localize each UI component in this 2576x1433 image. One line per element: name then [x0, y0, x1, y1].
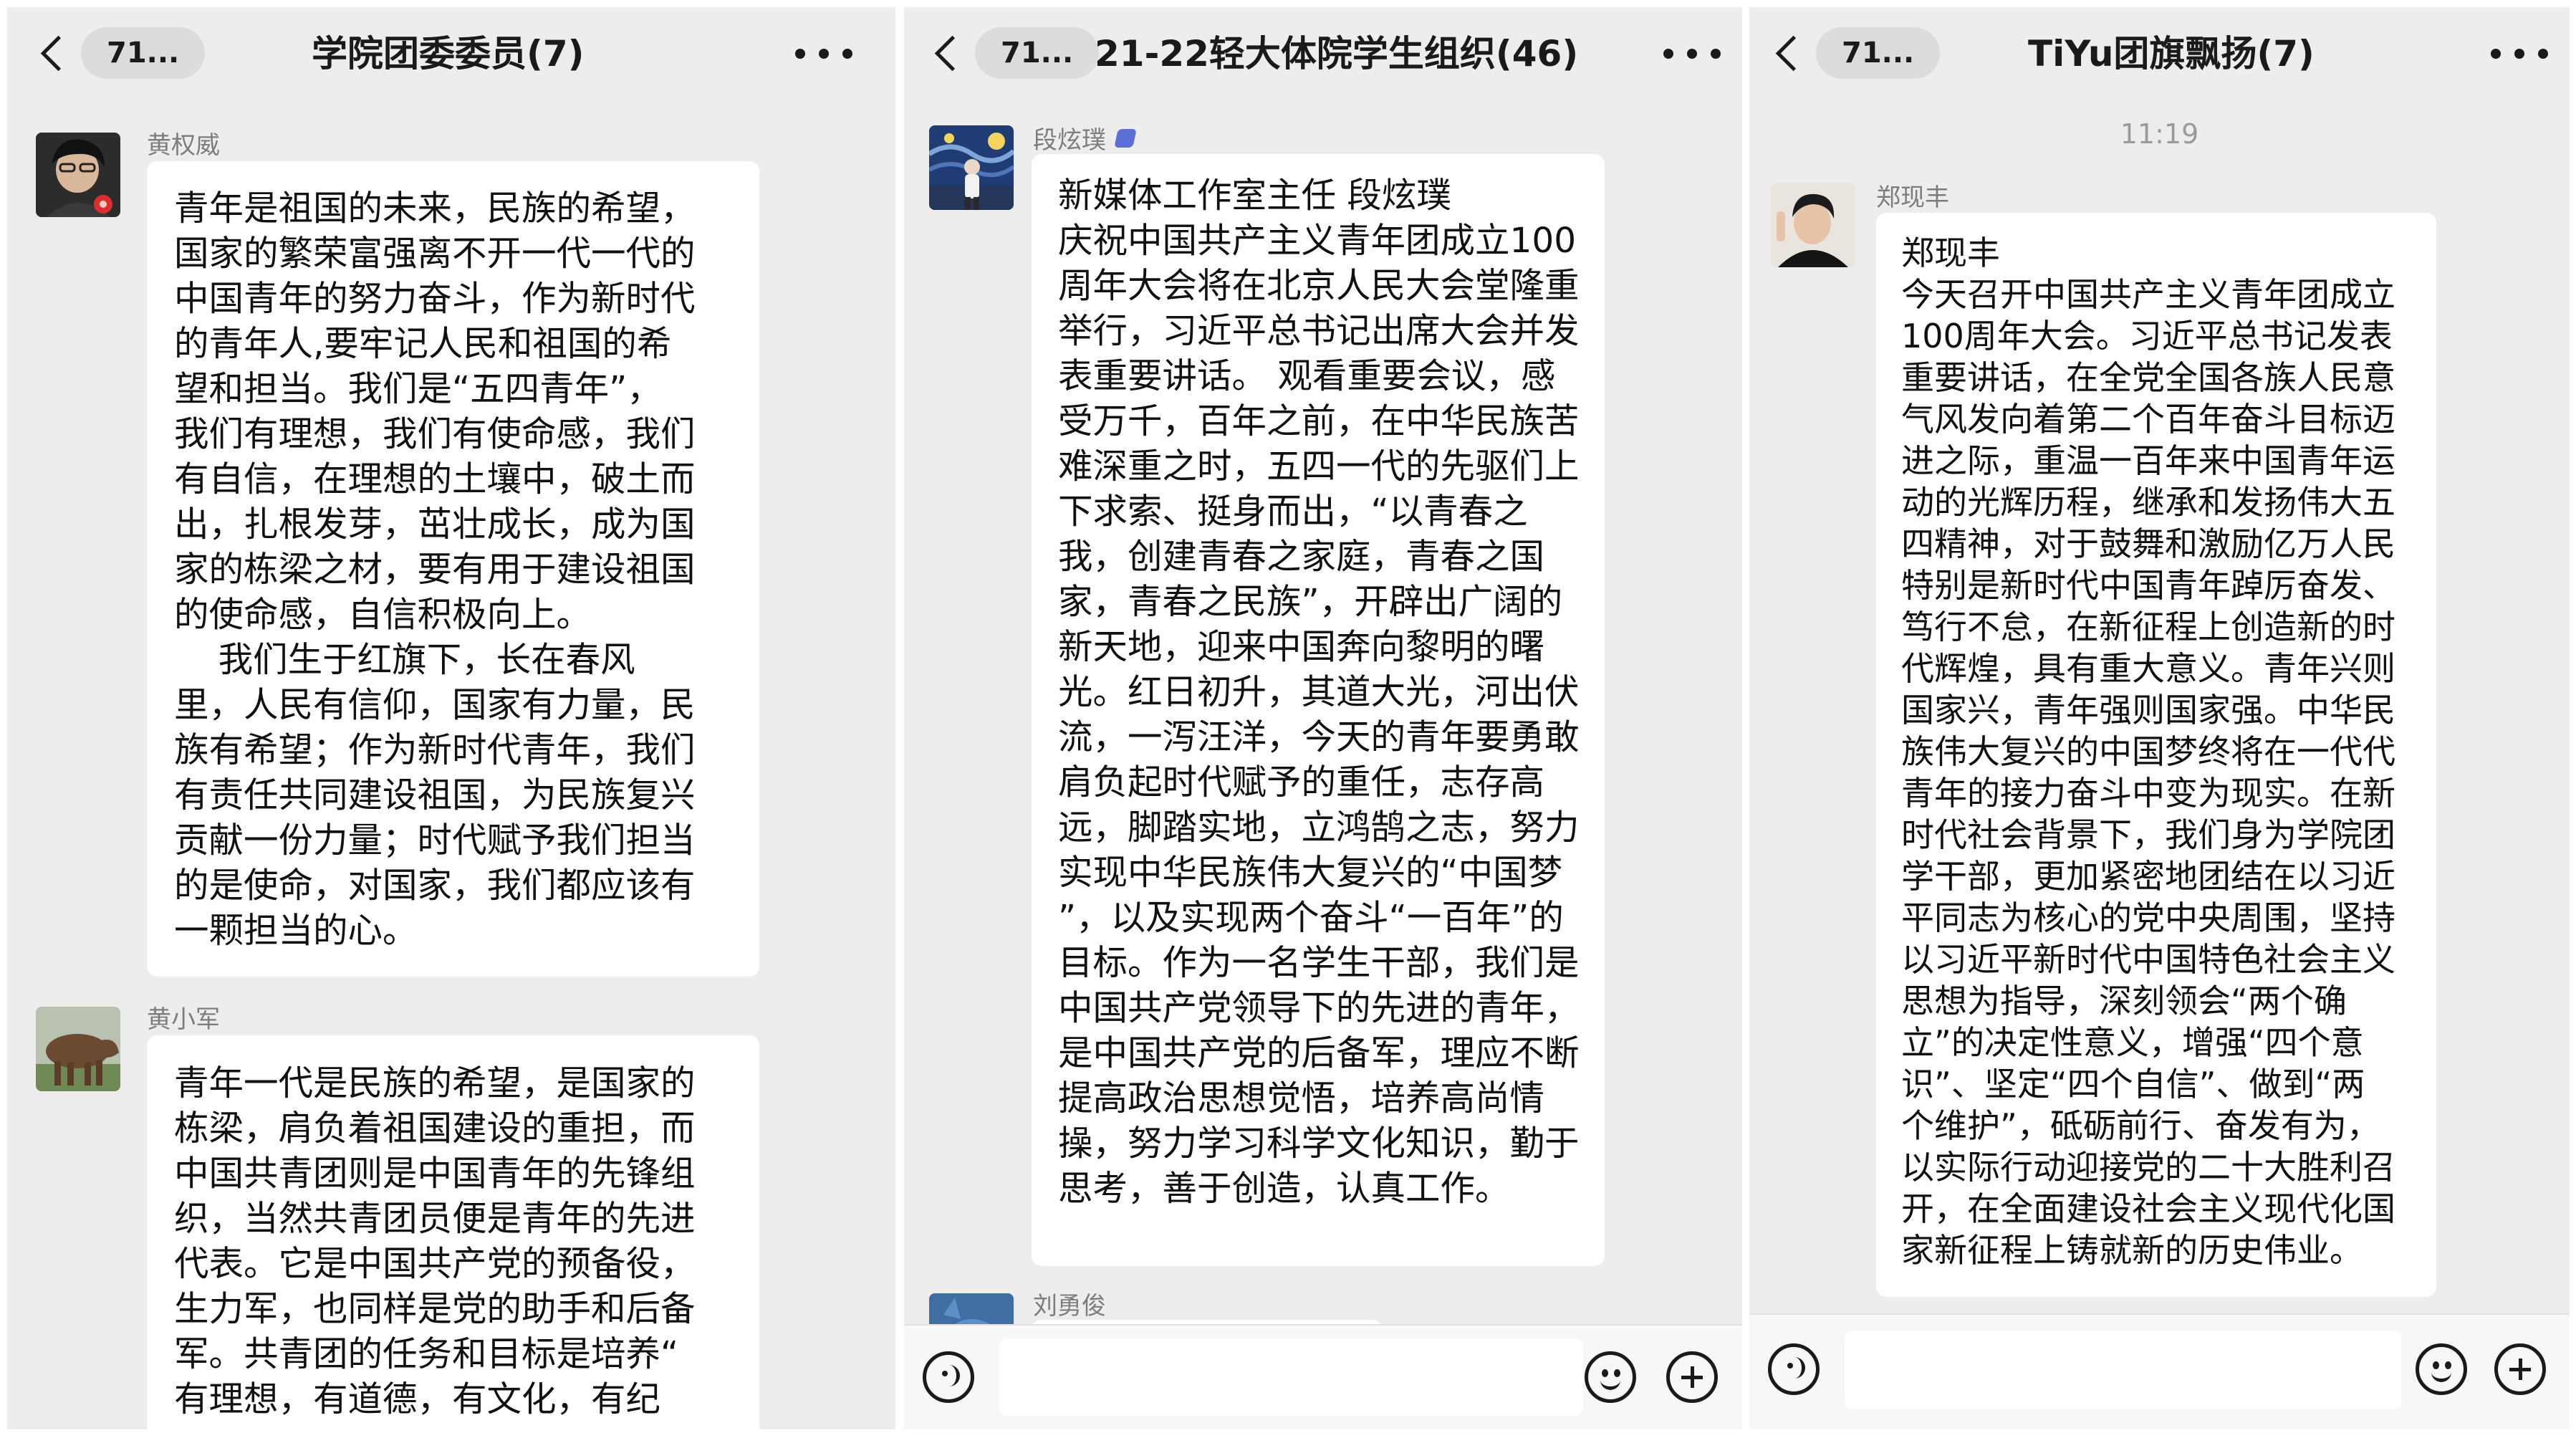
person-avatar-dark-icon [36, 133, 120, 217]
message-text: 郑现丰 今天召开中国共产主义青年团成立 100周年大会。习近平总书记发表 重要讲… [1901, 234, 2395, 1270]
message-text: 青年是祖国的未来，民族的希望， 国家的繁荣富强离不开一代一代的 中国青年的努力奋… [174, 188, 696, 951]
message-text: 青年一代是民族的希望，是国家的 栋梁，肩负着祖国建设的重担，而 中国共青团则是中… [174, 1063, 696, 1419]
avatar[interactable] [36, 1007, 120, 1091]
dot-icon [842, 49, 852, 59]
sender-name: 黄权威 [147, 131, 220, 160]
chat-title: 21-22轻大体院学生组织(46) [1095, 33, 1579, 75]
message-bubble[interactable]: 青年一代是民族的希望，是国家的 栋梁，肩负着祖国建设的重担，而 中国共青团则是中… [147, 1035, 759, 1429]
dot-icon [795, 49, 805, 59]
message-bubble[interactable]: 郑现丰 今天召开中国共产主义青年团成立 100周年大会。习近平总书记发表 重要讲… [1876, 213, 2436, 1297]
message-text: 新媒体工作室主任 段炫璞 庆祝中国共产主义青年团成立100 周年大会将在北京人民… [1058, 176, 1580, 1209]
screenshot-collage: 71... 学院团委委员(7) 黄权威 青年是祖国的未来，民族的希望， 国家的繁… [0, 0, 2576, 1433]
avatar[interactable] [1771, 183, 1855, 267]
more-functions-button[interactable] [1666, 1351, 1718, 1403]
unread-count-badge: 71... [975, 27, 1100, 79]
person-avatar-icon [1771, 183, 1855, 267]
chat-title: 学院团委委员(7) [312, 33, 585, 75]
chevron-left-icon [40, 35, 77, 71]
back-button[interactable]: 71... [1771, 27, 1941, 79]
chat-title: TiYu团旗飘扬(7) [2028, 33, 2315, 75]
sender-name-text: 段炫璞 [1033, 126, 1106, 155]
chat-input-bar [1749, 1313, 2570, 1429]
dot-icon [2538, 49, 2548, 59]
starry-night-avatar-icon [929, 125, 1014, 210]
more-options-button[interactable] [2491, 37, 2548, 70]
chat-input-bar [904, 1324, 1742, 1429]
dot-icon [1687, 49, 1697, 59]
voice-input-button[interactable] [923, 1351, 974, 1403]
smile-icon [2431, 1369, 2451, 1382]
avatar[interactable] [929, 125, 1014, 210]
member-badge-icon [1114, 128, 1137, 148]
chat-header: 71... 21-22轻大体院学生组织(46) [904, 7, 1742, 100]
chat-panel-tiyu-league-flag: 71... TiYu团旗飘扬(7) 11:19 郑现丰 郑现丰 今天召开中国共产… [1749, 7, 2570, 1429]
chat-header: 71... 学院团委委员(7) [7, 7, 895, 100]
chat-panel-college-league-committee: 71... 学院团委委员(7) 黄权威 青年是祖国的未来，民族的希望， 国家的繁… [7, 7, 895, 1429]
dot-icon [2491, 49, 2501, 59]
back-button[interactable]: 71... [36, 27, 206, 79]
horse-avatar-icon [36, 1007, 120, 1091]
unread-count-badge: 71... [1816, 27, 1941, 79]
smile-icon [1600, 1376, 1620, 1390]
sender-name: 黄小军 [147, 1005, 220, 1034]
emoji-button[interactable] [1585, 1351, 1636, 1403]
emoji-button[interactable] [2416, 1343, 2467, 1395]
more-functions-button[interactable] [2494, 1343, 2546, 1395]
chevron-left-icon [1775, 35, 1812, 71]
dot-icon [2514, 49, 2524, 59]
unread-count-badge: 71... [81, 27, 206, 79]
sender-name: 段炫璞 [1033, 120, 1137, 155]
dot-icon [1711, 49, 1721, 59]
message-bubble[interactable]: 新媒体工作室主任 段炫璞 庆祝中国共产主义青年团成立100 周年大会将在北京人民… [1032, 154, 1605, 1266]
message-input[interactable] [999, 1338, 1583, 1416]
back-button[interactable]: 71... [930, 27, 1100, 79]
chat-header: 71... TiYu团旗飘扬(7) [1749, 7, 2570, 100]
voice-input-button[interactable] [1768, 1343, 1820, 1395]
avatar[interactable] [36, 133, 120, 217]
more-options-button[interactable] [1663, 37, 1721, 70]
chat-panel-student-organization: 71... 21-22轻大体院学生组织(46) 段炫璞 新媒体工作室主任 段炫璞… [904, 7, 1742, 1429]
more-options-button[interactable] [795, 37, 852, 70]
message-bubble[interactable]: 青年是祖国的未来，民族的希望， 国家的繁荣富强离不开一代一代的 中国青年的努力奋… [147, 161, 759, 977]
sender-name: 郑现丰 [1876, 183, 1949, 212]
message-input[interactable] [1845, 1331, 2401, 1409]
sender-name: 刘勇俊 [1033, 1292, 1106, 1321]
dot-icon [819, 49, 829, 59]
dot-icon [1663, 49, 1673, 59]
message-timestamp: 11:19 [2120, 118, 2199, 150]
chevron-left-icon [934, 35, 971, 71]
